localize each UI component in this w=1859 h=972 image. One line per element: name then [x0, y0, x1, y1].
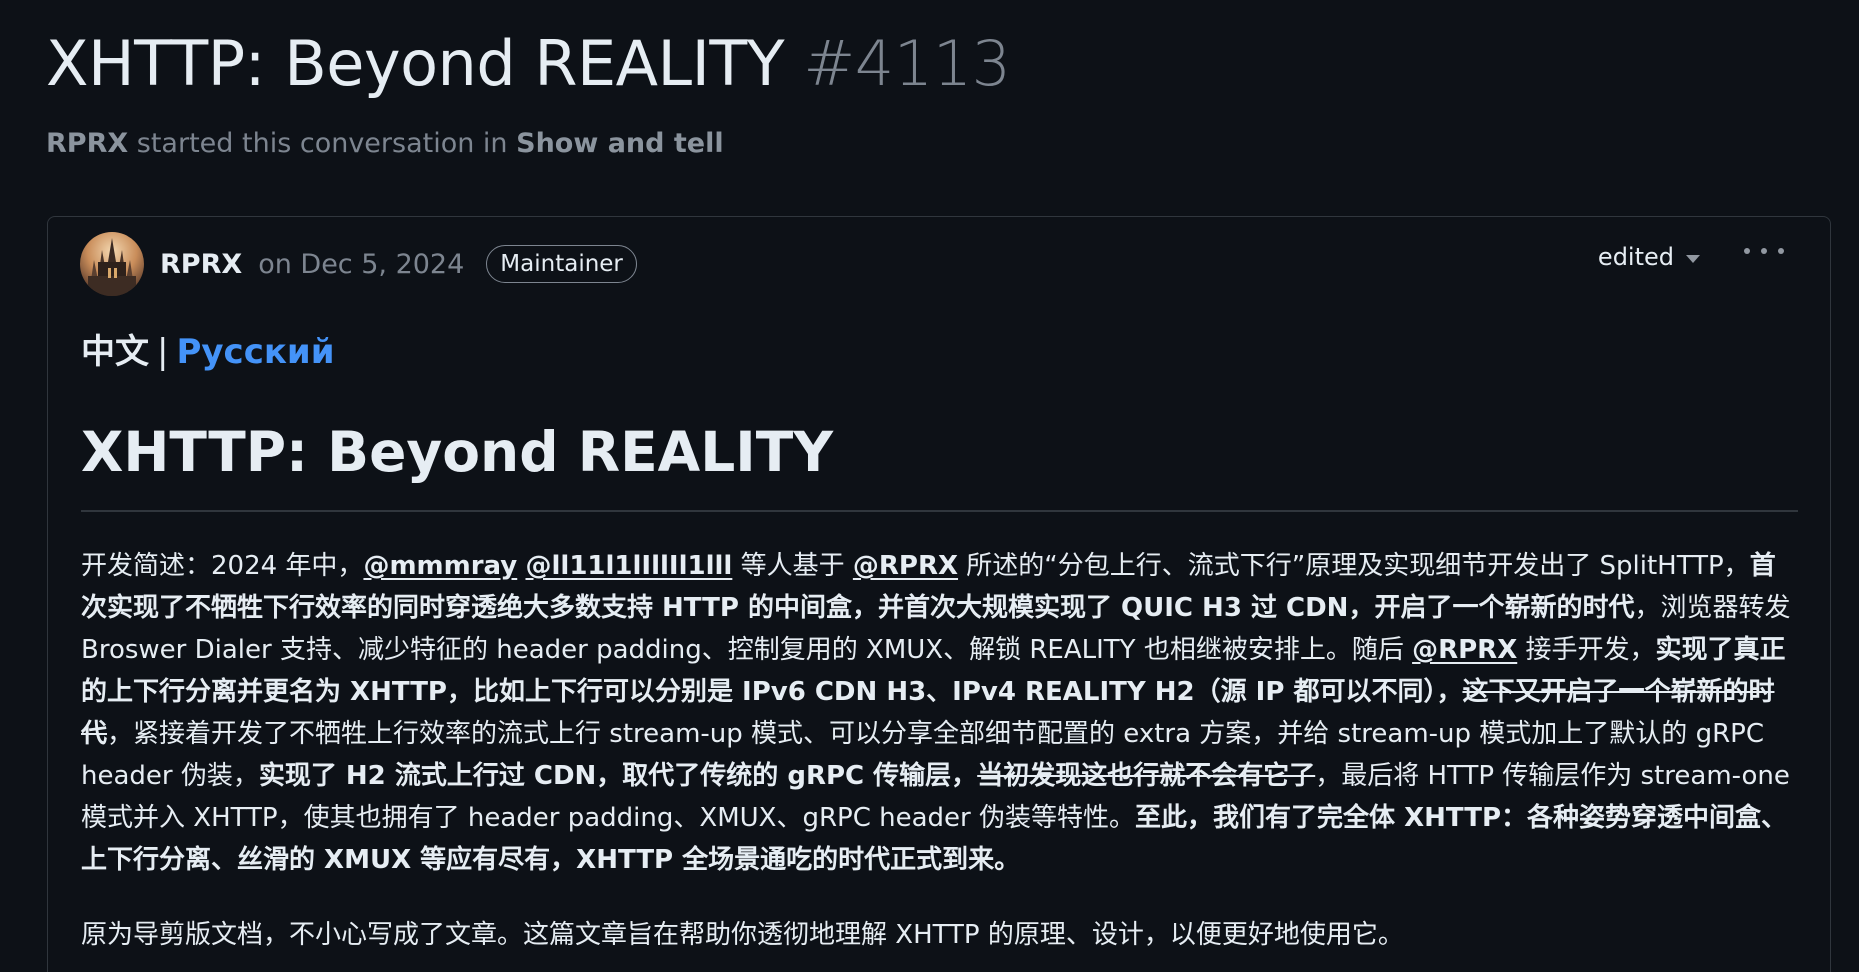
language-switcher: 中文 | Русский — [81, 329, 335, 375]
started-text: started this conversation in — [136, 128, 508, 159]
post-date[interactable]: on Dec 5, 2024 — [258, 249, 464, 280]
mention-mmmray[interactable]: @mmmray — [363, 551, 517, 581]
discussion-title-text: XHTTP: Beyond REALITY — [46, 27, 785, 100]
heading-divider — [81, 510, 1798, 512]
maintainer-badge: Maintainer — [486, 245, 637, 283]
discussion-meta: RPRX started this conversation in Show a… — [46, 126, 724, 162]
text-run: 等人基于 — [732, 551, 853, 581]
post-header: RPRX on Dec 5, 2024 Maintainer — [80, 231, 637, 297]
category-link[interactable]: Show and tell — [516, 128, 723, 159]
kebab-dot — [1778, 248, 1784, 254]
starter-author-link[interactable]: RPRX — [46, 128, 128, 159]
lang-separator: | — [157, 332, 169, 372]
more-options-button[interactable] — [1744, 237, 1784, 265]
strikethrough-run: 当初发现这也行就不会有它了 — [977, 761, 1316, 791]
text-run: 所述的“分包上行、流式下行”原理及实现细节开发出了 SplitHTTP， — [958, 551, 1750, 581]
edited-label: edited — [1597, 243, 1674, 271]
edited-history-dropdown[interactable]: edited — [1598, 243, 1700, 271]
discussion-title: XHTTP: Beyond REALITY #4113 — [46, 22, 1011, 106]
mention-ll11[interactable]: @ll11l1lIllIl1lll — [526, 551, 733, 581]
post-author[interactable]: RPRX — [160, 249, 242, 280]
post-paragraph-summary: 开发简述：2024 年中，@mmmray @ll11l1lIllIl1lll 等… — [81, 545, 1801, 881]
lang-chinese: 中文 — [81, 332, 149, 372]
bold-run: 实现了 H2 流式上行过 CDN，取代了传统的 gRPC 传输层， — [258, 761, 978, 791]
lang-russian-link[interactable]: Русский — [176, 332, 334, 372]
discussion-post: RPRX on Dec 5, 2024 Maintainer edited 中文… — [47, 216, 1831, 972]
kebab-horizontal-icon — [1744, 248, 1750, 254]
avatar-image — [80, 232, 144, 296]
text-run: 开发简述：2024 年中， — [81, 551, 364, 581]
discussion-number: #4113 — [803, 27, 1011, 100]
avatar[interactable] — [80, 232, 144, 296]
mention-rprx-2[interactable]: @RPRX — [1412, 635, 1517, 665]
text-run — [517, 551, 525, 581]
mention-rprx[interactable]: @RPRX — [853, 551, 958, 581]
post-heading: XHTTP: Beyond REALITY — [81, 420, 834, 484]
post-paragraph-intro: 原为导剪版文档，不小心写成了文章。这篇文章旨在帮助你透彻地理解 XHTTP 的原… — [81, 920, 1404, 950]
discussion-page: XHTTP: Beyond REALITY #4113 RPRX started… — [0, 0, 1859, 972]
kebab-dot — [1761, 248, 1767, 254]
text-run: 接手开发， — [1517, 635, 1656, 665]
triangle-down-icon — [1686, 255, 1700, 263]
